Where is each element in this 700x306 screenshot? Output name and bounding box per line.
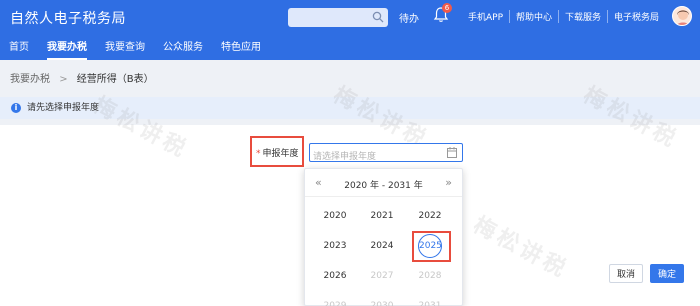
year-option-2031: 2031 <box>418 301 442 306</box>
year-option-2022[interactable]: 2022 <box>410 208 450 224</box>
avatar-icon <box>676 10 690 25</box>
link-mobile-app[interactable]: 手机APP <box>462 10 509 23</box>
selected-year-highlight-box <box>412 231 451 262</box>
year-input[interactable] <box>309 143 463 166</box>
year-option-2021[interactable]: 2021 <box>362 208 402 224</box>
year-label-text: 申报年度 <box>262 149 299 159</box>
year-option-2030: 2030 <box>370 301 394 306</box>
year-option-2026[interactable]: 2026 <box>315 268 355 284</box>
breadcrumb-parent[interactable]: 我要办税 <box>10 74 50 85</box>
site-title: 自然人电子税务局 <box>10 11 126 27</box>
cancel-button[interactable]: 取消 <box>609 264 643 283</box>
year-option-2028: 2028 <box>418 271 442 281</box>
breadcrumb-current: 经营所得（B表） <box>76 74 154 85</box>
tab-tax-filing[interactable]: 我要办税 <box>38 38 96 60</box>
search-icon[interactable] <box>372 11 384 23</box>
year-option-2027: 2027 <box>370 271 394 281</box>
next-decade-button[interactable]: » <box>445 176 452 189</box>
tab-query[interactable]: 我要查询 <box>96 38 154 60</box>
main-nav: 首页 我要办税 我要查询 公众服务 特色应用 <box>0 38 270 60</box>
breadcrumb-separator: > <box>59 74 68 85</box>
top-links: 手机APP 帮助中心 下载服务 电子税务局 <box>462 10 665 23</box>
avatar[interactable] <box>672 6 692 26</box>
info-icon: i <box>11 103 21 113</box>
picker-header: « 2020 年 - 2031 年 » <box>305 169 462 197</box>
year-field[interactable] <box>310 148 438 166</box>
tab-featured-apps[interactable]: 特色应用 <box>212 38 270 60</box>
link-e-tax[interactable]: 电子税务局 <box>607 10 665 23</box>
confirm-button[interactable]: 确定 <box>650 264 684 283</box>
breadcrumb: 我要办税 > 经营所得（B表） <box>10 70 154 85</box>
required-mark: * <box>256 149 261 159</box>
year-option-2029: 2029 <box>323 301 347 306</box>
calendar-icon[interactable] <box>447 147 457 158</box>
tab-home[interactable]: 首页 <box>0 38 38 60</box>
year-option-2023[interactable]: 2023 <box>315 238 355 254</box>
todo-link[interactable]: 待办 <box>399 10 419 25</box>
year-option-2020[interactable]: 2020 <box>315 208 355 224</box>
decade-range-label: 2020 年 - 2031 年 <box>344 181 423 191</box>
year-label: * 申报年度 <box>256 146 299 159</box>
link-help-center[interactable]: 帮助中心 <box>509 10 558 23</box>
tab-public-service[interactable]: 公众服务 <box>154 38 212 60</box>
search-input[interactable] <box>288 8 388 27</box>
year-option-2024[interactable]: 2024 <box>362 238 402 254</box>
link-download[interactable]: 下载服务 <box>558 10 607 23</box>
notification-badge: 6 <box>442 3 452 13</box>
